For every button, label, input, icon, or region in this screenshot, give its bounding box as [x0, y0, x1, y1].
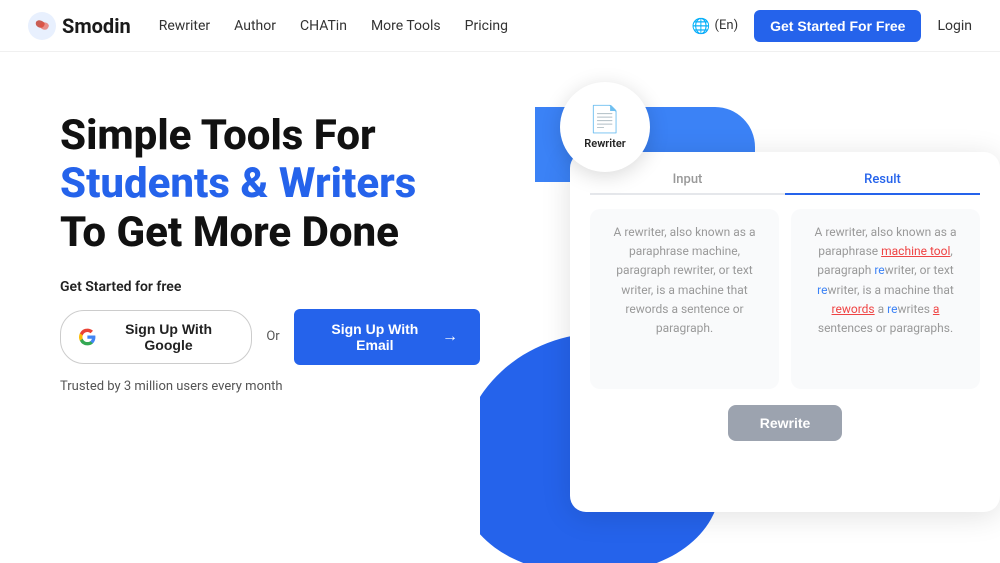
trusted-text: Trusted by 3 million users every month: [60, 379, 480, 394]
google-icon: [79, 328, 96, 346]
demo-result-col: A rewriter, also known as a paraphrase m…: [791, 209, 980, 389]
arrow-right-icon: →: [442, 328, 458, 346]
main-content: Simple Tools For Students & Writers To G…: [0, 52, 1000, 563]
tab-input[interactable]: Input: [590, 172, 785, 195]
nav-links: Rewriter Author CHATin More Tools Pricin…: [159, 18, 692, 34]
highlight-re1: re: [874, 263, 884, 277]
hero-subtext: Get Started for free: [60, 279, 480, 295]
demo-columns: A rewriter, also known as a paraphrase m…: [590, 209, 980, 389]
headline-line2: Students & Writers: [60, 159, 416, 208]
demo-result-text: A rewriter, also known as a paraphrase m…: [803, 223, 968, 338]
navbar: Smodin Rewriter Author CHATin More Tools…: [0, 0, 1000, 52]
demo-input-text: A rewriter, also known as a paraphrase m…: [602, 223, 767, 338]
google-signup-button[interactable]: Sign Up With Google: [60, 310, 252, 364]
logo[interactable]: Smodin: [28, 12, 131, 40]
highlight-rewords: rewords: [832, 302, 875, 316]
rewriter-bubble-label: Rewriter: [584, 137, 625, 150]
nav-link-author[interactable]: Author: [234, 18, 276, 34]
tab-result[interactable]: Result: [785, 172, 980, 195]
rewrite-button[interactable]: Rewrite: [728, 405, 843, 441]
email-signup-label: Sign Up With Email: [316, 321, 434, 353]
nav-link-pricing[interactable]: Pricing: [465, 18, 508, 34]
smodin-logo-icon: [28, 12, 56, 40]
translate-icon: 🌐: [692, 17, 711, 35]
highlight-re2: re: [817, 283, 827, 297]
hero-right: 📄 Rewriter Input Result A rewriter, also…: [480, 52, 1000, 563]
nav-link-chatin[interactable]: CHATin: [300, 18, 347, 34]
highlight-machine-tool: machine tool: [881, 244, 950, 258]
highlight-re3: re: [887, 302, 897, 316]
email-signup-button[interactable]: Sign Up With Email →: [294, 309, 480, 365]
google-signup-label: Sign Up With Google: [104, 321, 234, 353]
or-text: Or: [266, 329, 279, 344]
nav-link-more-tools[interactable]: More Tools: [371, 18, 441, 34]
hero-headline: Simple Tools For Students & Writers To G…: [60, 112, 480, 257]
rewriter-bubble-icon: 📄: [589, 105, 621, 135]
cta-buttons: Sign Up With Google Or Sign Up With Emai…: [60, 309, 480, 365]
lang-label: (En): [715, 18, 739, 33]
headline-line1: Simple Tools For: [60, 111, 376, 160]
logo-text: Smodin: [62, 14, 131, 38]
login-link[interactable]: Login: [937, 18, 972, 34]
get-started-button[interactable]: Get Started For Free: [754, 10, 921, 42]
hero-left: Simple Tools For Students & Writers To G…: [0, 52, 480, 563]
demo-card-tabs: Input Result: [590, 172, 980, 195]
language-button[interactable]: 🌐 (En): [692, 17, 738, 35]
demo-input-col: A rewriter, also known as a paraphrase m…: [590, 209, 779, 389]
highlight-a: a: [933, 302, 940, 316]
rewriter-bubble: 📄 Rewriter: [560, 82, 650, 172]
nav-link-rewriter[interactable]: Rewriter: [159, 18, 210, 34]
demo-card: Input Result A rewriter, also known as a…: [570, 152, 1000, 512]
nav-right: 🌐 (En) Get Started For Free Login: [692, 10, 972, 42]
headline-line3: To Get More Done: [60, 208, 399, 257]
